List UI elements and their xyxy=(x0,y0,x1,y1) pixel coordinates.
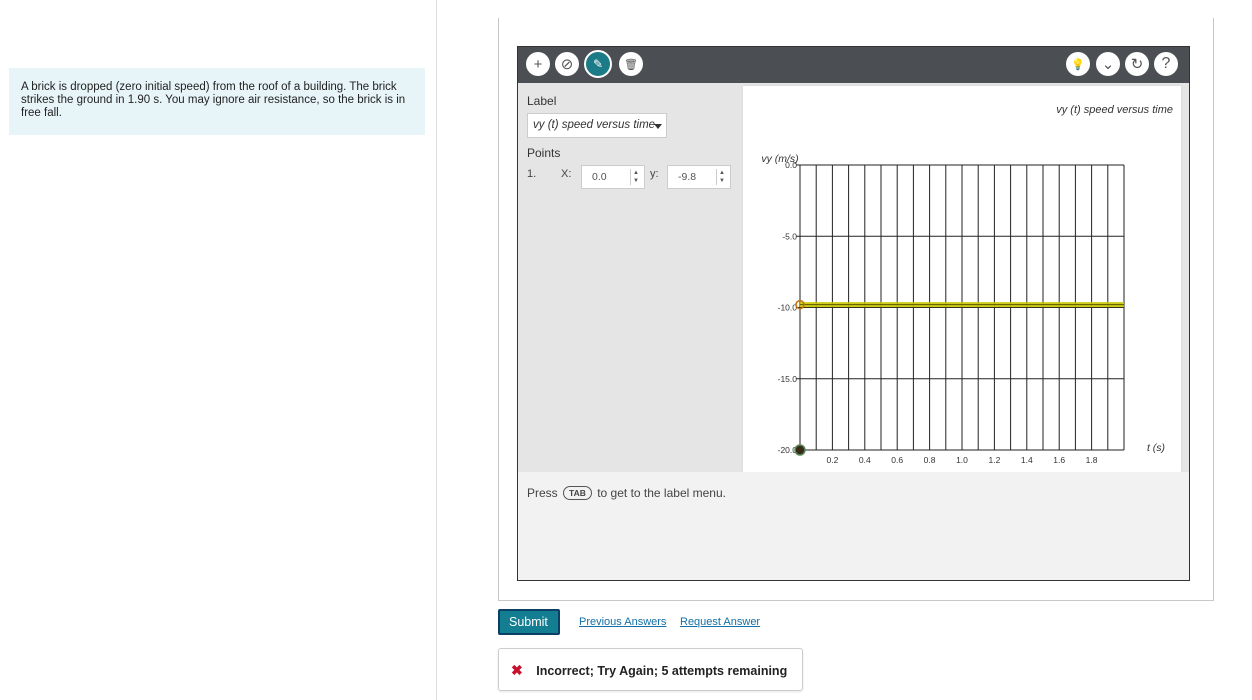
tab-key: TAB xyxy=(563,486,592,500)
feedback-box: ✖ Incorrect; Try Again; 5 attempts remai… xyxy=(498,648,803,691)
previous-answers-link[interactable]: Previous Answers xyxy=(579,616,666,628)
caret-down-icon xyxy=(654,124,662,129)
problem-statement: A brick is dropped (zero initial speed) … xyxy=(9,68,425,135)
graphing-tool: + ⊘ ✎ 🗑 💡 ⌄ ↻ ? Label vy (t) speed versu… xyxy=(517,46,1190,581)
trash-icon[interactable]: 🗑 xyxy=(619,52,643,76)
y-input[interactable]: -9.8 ▲ ▼ xyxy=(667,165,731,189)
left-column: A brick is dropped (zero initial speed) … xyxy=(0,0,437,700)
y-tick-label: -15.0 xyxy=(778,374,798,384)
submit-button[interactable]: Submit xyxy=(498,609,560,635)
plus-icon[interactable]: + xyxy=(526,52,550,76)
x-tick-label: 0.4 xyxy=(859,455,871,465)
tool-toolbar: + ⊘ ✎ 🗑 💡 ⌄ ↻ ? xyxy=(518,47,1189,83)
hint-bulb-icon[interactable]: 💡 xyxy=(1066,52,1090,76)
x-input[interactable]: 0.0 ▲ ▼ xyxy=(581,165,645,189)
feedback-text: Incorrect; Try Again; 5 attempts remaini… xyxy=(536,664,788,678)
x-axis-label: t (s) xyxy=(1147,442,1165,454)
add-label-icon[interactable]: ✎ xyxy=(584,50,612,78)
y-tick-label: -5.0 xyxy=(782,231,797,241)
x-tick-label: 1.6 xyxy=(1053,455,1065,465)
chart-svg[interactable]: 0.0-5.0-10.0-15.0-20.00.2 0.4 0.6 0.8 1.0 1.2… xyxy=(743,86,1181,472)
x-tick-label: 0.8 xyxy=(924,455,936,465)
help-icon[interactable]: ? xyxy=(1154,52,1178,76)
hint-rest: to get to the label menu. xyxy=(597,486,726,500)
incorrect-icon: ✖ xyxy=(511,662,523,678)
hint-panel: Press TAB to get to the label menu. xyxy=(518,472,1189,580)
x-tick-label: 1.4 xyxy=(1021,455,1033,465)
label-select-value: vy (t) speed versus time xyxy=(533,119,656,131)
point-index: 1. xyxy=(527,168,537,180)
request-answer-link[interactable]: Request Answer xyxy=(680,616,760,628)
x-tick-label: 1.2 xyxy=(988,455,1000,465)
no-point-icon[interactable]: ⊘ xyxy=(555,52,579,76)
y-label: y: xyxy=(650,168,659,180)
chevron-down-icon[interactable]: ⌄ xyxy=(1096,52,1120,76)
chart-title: vy (t) speed versus time xyxy=(1056,104,1173,116)
x-tick-label: 1.8 xyxy=(1086,455,1098,465)
origin-marker xyxy=(794,444,806,456)
hint-press: Press xyxy=(527,486,558,500)
y-spinner-icon[interactable]: ▲ ▼ xyxy=(716,169,727,185)
label-select[interactable]: vy (t) speed versus time xyxy=(527,113,667,138)
label-heading: Label xyxy=(527,94,557,108)
x-tick-label: 0.2 xyxy=(826,455,838,465)
points-heading: Points xyxy=(527,146,561,160)
x-tick-label: 0.6 xyxy=(891,455,903,465)
hint-text: Press TAB to get to the label menu. xyxy=(527,486,726,501)
x-spinner-icon[interactable]: ▲ ▼ xyxy=(630,169,641,185)
x-input-value: 0.0 xyxy=(592,171,607,183)
x-label: X: xyxy=(561,168,572,180)
y-tick-label: -10.0 xyxy=(778,303,798,313)
y-axis-label: vy (m/s) xyxy=(761,153,798,165)
y-input-value: -9.8 xyxy=(678,171,697,183)
reset-icon[interactable]: ↻ xyxy=(1125,52,1149,76)
graph-canvas[interactable]: 0.0 -5.0 -10.0 -15.0 -20.0 0.2 0.4 0.6 0.8 1.0 1.2… xyxy=(743,86,1181,472)
x-tick-label: 1.0 xyxy=(956,455,968,465)
